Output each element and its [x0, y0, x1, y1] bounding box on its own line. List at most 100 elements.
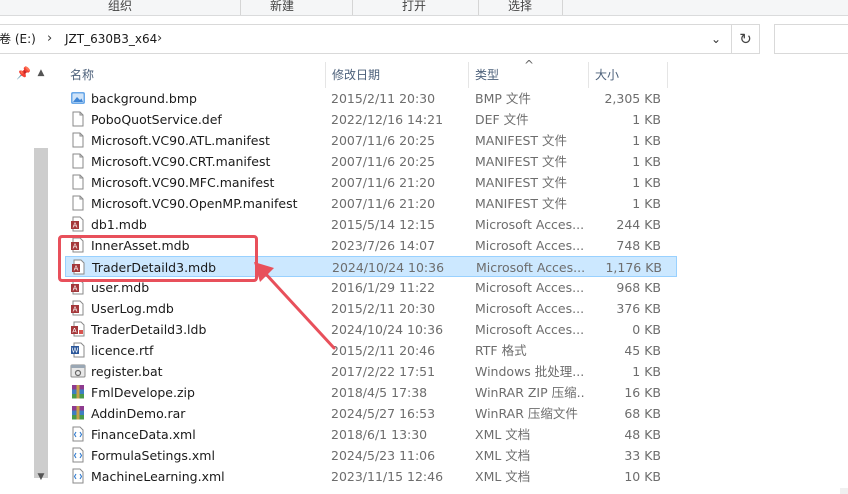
- file-row[interactable]: MachineLearning.xml 2023/11/15 12:46 XML 文…: [65, 466, 677, 487]
- file-row[interactable]: FmlDevelope.zip 2018/4/5 17:38 WinRAR ZIP …: [65, 382, 677, 403]
- pin-icon[interactable]: 📌: [16, 66, 31, 80]
- refresh-button[interactable]: ↻: [732, 24, 760, 54]
- file-size: 1 KB: [632, 196, 661, 211]
- access-db-icon: A: [70, 216, 87, 233]
- file-size: 33 KB: [624, 448, 661, 463]
- winrar-archive-icon: [70, 384, 87, 401]
- file-row[interactable]: register.bat 2017/2/22 17:51 Windows 批处理..…: [65, 361, 677, 382]
- ribbon-divider: [562, 0, 563, 15]
- breadcrumb-chevron-icon[interactable]: ›: [157, 25, 162, 53]
- scroll-down-arrow-icon[interactable]: ▼: [34, 470, 48, 484]
- ribbon-group-open: 打开: [401, 0, 426, 13]
- column-header-size[interactable]: 大小: [589, 62, 669, 88]
- file-row[interactable]: AddinDemo.rar 2024/5/27 16:53 WinRAR 压缩文件 6…: [65, 403, 677, 424]
- file-name: db1.mdb: [91, 217, 147, 232]
- file-row[interactable]: A TraderDetaild3.ldb 2024/10/24 10:36 Micro…: [65, 319, 677, 340]
- file-row[interactable]: FormulaSetings.xml 2024/5/23 11:06 XML 文档 3…: [65, 445, 677, 466]
- ribbon-group-select: 选择: [507, 0, 532, 13]
- svg-text:A: A: [73, 285, 78, 293]
- file-row[interactable]: FinanceData.xml 2018/6/1 13:30 XML 文档 48 KB: [65, 424, 677, 445]
- file-modified-date: 2015/5/14 12:15: [331, 217, 436, 232]
- file-size: 2,305 KB: [604, 91, 661, 106]
- column-header-date[interactable]: 修改日期: [326, 62, 469, 88]
- search-input[interactable]: [774, 24, 848, 54]
- navigation-pane: 📌 ▲ ▼: [0, 62, 52, 494]
- file-type: BMP 文件: [475, 91, 531, 106]
- file-modified-date: 2015/2/11 20:46: [331, 343, 436, 358]
- access-lock-icon: A: [70, 321, 87, 338]
- file-name: FmlDevelope.zip: [91, 385, 195, 400]
- file-row[interactable]: Microsoft.VC90.MFC.manifest 2007/11/6 21:…: [65, 172, 677, 193]
- sort-ascending-icon: ^: [524, 58, 535, 72]
- address-row: 卷 (E:) › JZT_630B3_x64 › ⌄ ↻: [0, 16, 848, 62]
- file-row[interactable]: Microsoft.VC90.ATL.manifest 2007/11/6 20:…: [65, 130, 677, 151]
- file-type: MANIFEST 文件: [475, 154, 568, 169]
- address-bar[interactable]: 卷 (E:) › JZT_630B3_x64 › ⌄: [0, 24, 732, 54]
- file-size: 48 KB: [624, 427, 661, 442]
- annotation-highlight-box: [58, 235, 258, 282]
- file-modified-date: 2016/1/29 11:22: [331, 280, 436, 295]
- image-file-icon: [70, 90, 87, 107]
- column-divider[interactable]: [667, 62, 668, 88]
- file-size: 1 KB: [632, 112, 661, 127]
- file-modified-date: 2024/5/27 16:53: [331, 406, 436, 421]
- file-size: 45 KB: [624, 343, 661, 358]
- file-type: WinRAR ZIP 压缩...: [475, 385, 585, 400]
- file-type: Microsoft Acces...: [475, 322, 585, 337]
- file-size: 16 KB: [624, 385, 661, 400]
- ribbon-group-bar: 组织 新建 打开 选择: [0, 0, 848, 16]
- file-name: AddinDemo.rar: [91, 406, 186, 421]
- file-type: Microsoft Acces...: [476, 260, 586, 275]
- file-row[interactable]: background.bmp 2015/2/11 20:30 BMP 文件 2,305…: [65, 88, 677, 109]
- access-db-icon: A: [70, 300, 87, 317]
- blank-file-icon: [70, 111, 87, 128]
- file-size: 1,176 KB: [605, 260, 662, 275]
- file-row[interactable]: PoboQuotService.def 2022/12/16 14:21 DEF 文…: [65, 109, 677, 130]
- file-size: 1 KB: [632, 133, 661, 148]
- blank-file-icon: [70, 132, 87, 149]
- winrar-archive-icon: [70, 405, 87, 422]
- address-history-dropdown-icon[interactable]: ⌄: [705, 25, 727, 53]
- column-header-name[interactable]: 名称: [64, 62, 324, 88]
- file-type: WinRAR 压缩文件: [475, 406, 578, 421]
- file-row[interactable]: Microsoft.VC90.OpenMP.manifest 2007/11/6 …: [65, 193, 677, 214]
- file-type: Windows 批处理...: [475, 364, 585, 379]
- file-modified-date: 2024/10/24 10:36: [332, 260, 445, 275]
- file-modified-date: 2018/6/1 13:30: [331, 427, 428, 442]
- file-size: 1 KB: [632, 154, 661, 169]
- file-modified-date: 2007/11/6 21:20: [331, 175, 436, 190]
- file-type: RTF 格式: [475, 343, 527, 358]
- file-name: Microsoft.VC90.CRT.manifest: [91, 154, 271, 169]
- word-doc-icon: W: [70, 342, 87, 359]
- breadcrumb-drive[interactable]: 卷 (E:): [0, 25, 36, 53]
- blank-file-icon: [70, 174, 87, 191]
- breadcrumb-folder[interactable]: JZT_630B3_x64: [65, 25, 157, 53]
- file-list: background.bmp 2015/2/11 20:30 BMP 文件 2,305…: [52, 88, 848, 487]
- file-type: MANIFEST 文件: [475, 133, 568, 148]
- file-name: Microsoft.VC90.OpenMP.manifest: [91, 196, 298, 211]
- file-name: PoboQuotService.def: [91, 112, 222, 127]
- file-row[interactable]: A UserLog.mdb 2015/2/11 20:30 Microsoft Acc…: [65, 298, 677, 319]
- file-type: Microsoft Acces...: [475, 301, 585, 316]
- file-size: 1 KB: [632, 364, 661, 379]
- file-row[interactable]: Microsoft.VC90.CRT.manifest 2007/11/6 20:…: [65, 151, 677, 172]
- xml-file-icon: [70, 447, 87, 464]
- scroll-up-arrow-icon[interactable]: ▲: [34, 66, 48, 80]
- file-modified-date: 2007/11/6 21:20: [331, 196, 436, 211]
- file-modified-date: 2018/4/5 17:38: [331, 385, 428, 400]
- file-type: XML 文档: [475, 448, 531, 463]
- ribbon-group-new: 新建: [269, 0, 294, 13]
- file-modified-date: 2015/2/11 20:30: [331, 91, 436, 106]
- blank-file-icon: [70, 195, 87, 212]
- file-type: MANIFEST 文件: [475, 196, 568, 211]
- breadcrumb-chevron-icon[interactable]: ›: [47, 25, 52, 53]
- file-modified-date: 2007/11/6 20:25: [331, 133, 436, 148]
- svg-text:A: A: [72, 327, 77, 335]
- navigation-pane-scrollbar[interactable]: [34, 148, 48, 478]
- file-size: 1 KB: [632, 175, 661, 190]
- file-type: Microsoft Acces...: [475, 238, 585, 253]
- file-row[interactable]: Adb1.mdb 2015/5/14 12:15 Microsoft Acces..…: [65, 214, 677, 235]
- file-size: 10 KB: [624, 469, 661, 484]
- file-modified-date: 2007/11/6 20:25: [331, 154, 436, 169]
- file-row[interactable]: Wlicence.rtf 2015/2/11 20:46 RTF 格式 45 KB: [65, 340, 677, 361]
